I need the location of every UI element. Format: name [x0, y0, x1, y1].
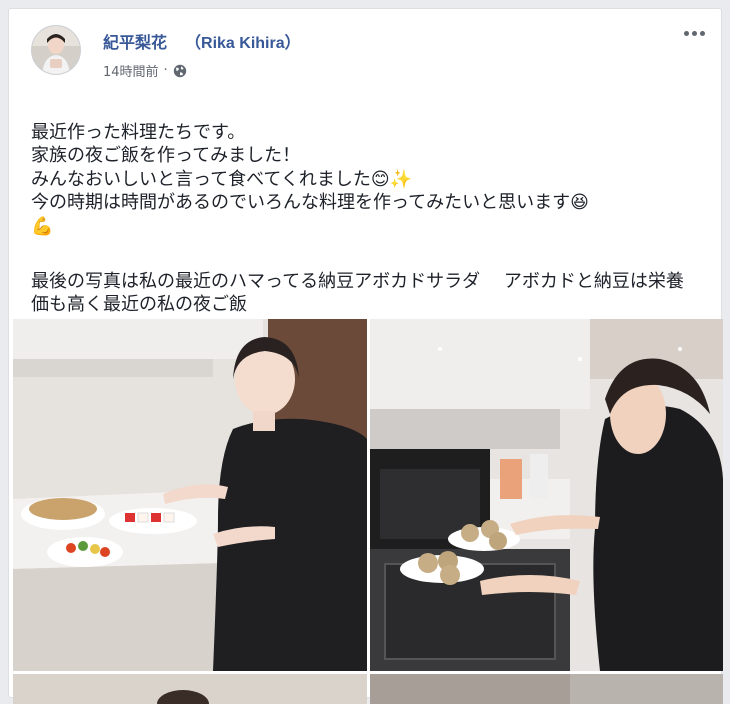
author-name[interactable]: 紀平梨花 （Rika Kihira）: [103, 29, 301, 53]
more-options-button[interactable]: [680, 25, 709, 42]
post-meta: 14時間前 ·: [103, 61, 187, 80]
globe-icon[interactable]: [173, 64, 187, 78]
post-photo-4[interactable]: [370, 674, 723, 704]
post-photo-1[interactable]: [13, 319, 367, 671]
post-photo-3[interactable]: [13, 674, 367, 704]
meta-separator: ·: [163, 63, 168, 78]
timestamp-link[interactable]: 14時間前: [103, 61, 159, 80]
post-photo-2[interactable]: [370, 319, 723, 671]
post-paragraph-1: 最近作った料理たちです。 家族の夜ご飯を作ってみました！ みんなおいしいと言って…: [31, 121, 589, 237]
post-paragraph-2: 最後の写真は私の最近のハマってる納豆アボカドサラダ アボカドと納豆は栄養価も高く…: [31, 270, 684, 316]
post-card: 紀平梨花 （Rika Kihira） 14時間前 · 最近作った料理たちです。 家…: [8, 8, 723, 704]
avatar[interactable]: [31, 25, 81, 75]
post-text: 最近作った料理たちです。 家族の夜ご飯を作ってみました！ みんなおいしいと言って…: [31, 97, 701, 340]
more-dots-icon: [684, 31, 689, 36]
author-name-japanese[interactable]: 紀平梨花: [103, 35, 167, 52]
author-name-latin[interactable]: （Rika Kihira）: [185, 35, 301, 52]
